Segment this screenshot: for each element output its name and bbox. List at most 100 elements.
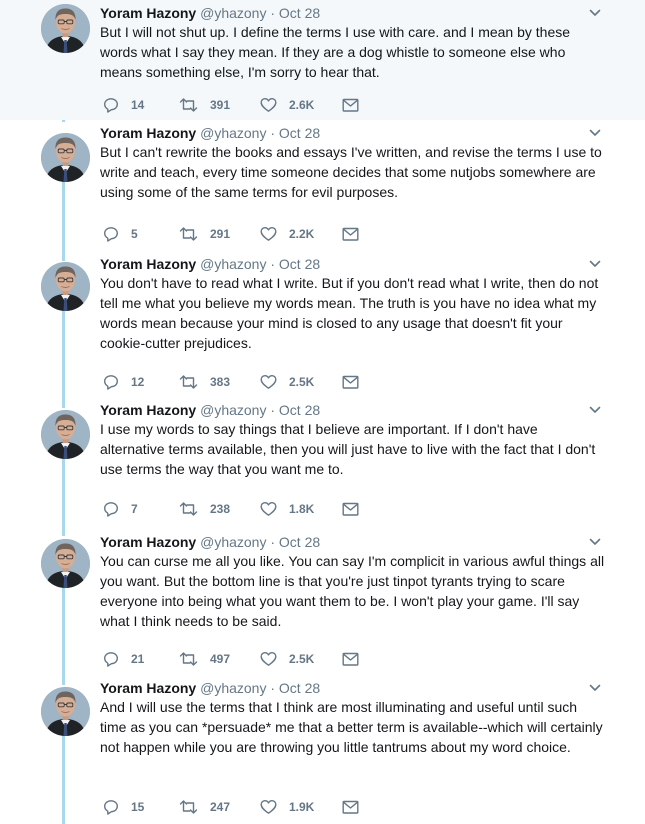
separator: · (270, 680, 276, 696)
tweet-header: Yoram Hazony @yhazony · Oct 28 (100, 679, 320, 697)
tweet-text: But I can't rewrite the books and essays… (100, 144, 602, 200)
separator: · (270, 402, 276, 418)
reply-icon (103, 501, 119, 517)
like-button[interactable]: 2.5K (260, 650, 314, 668)
tweet[interactable]: Yoram Hazony @yhazony · Oct 28 But I wil… (0, 0, 645, 120)
author-handle[interactable]: @yhazony (200, 680, 266, 696)
reply-button[interactable]: 21 (103, 650, 144, 668)
chevron-down-icon[interactable] (589, 126, 601, 138)
separator: · (270, 125, 276, 141)
direct-message-button[interactable] (342, 96, 359, 114)
avatar[interactable] (41, 687, 90, 736)
tweet-date[interactable]: Oct 28 (279, 5, 320, 21)
author-handle[interactable]: @yhazony (200, 5, 266, 21)
author-name[interactable]: Yoram Hazony (100, 125, 196, 141)
reply-icon (103, 799, 119, 815)
tweet-text: And I will use the terms that I think ar… (100, 699, 603, 755)
heart-icon (260, 501, 277, 517)
tweet[interactable]: Yoram Hazony @yhazony · Oct 28 You don't… (0, 251, 645, 397)
direct-message-button[interactable] (342, 650, 359, 668)
author-name[interactable]: Yoram Hazony (100, 5, 196, 21)
avatar[interactable] (41, 133, 90, 182)
tweet-date[interactable]: Oct 28 (279, 256, 320, 272)
chevron-down-icon[interactable] (589, 257, 601, 269)
heart-icon (260, 226, 277, 242)
chevron-down-icon[interactable] (589, 535, 601, 547)
author-handle[interactable]: @yhazony (200, 402, 266, 418)
reply-button[interactable]: 7 (103, 500, 138, 518)
tweet-date[interactable]: Oct 28 (279, 402, 320, 418)
reply-button[interactable]: 12 (103, 373, 144, 391)
author-handle[interactable]: @yhazony (200, 256, 266, 272)
avatar[interactable] (41, 4, 90, 53)
author-name[interactable]: Yoram Hazony (100, 256, 196, 272)
like-button[interactable]: 2.6K (260, 96, 314, 114)
avatar[interactable] (41, 410, 90, 459)
chevron-down-icon[interactable] (589, 6, 601, 18)
author-name[interactable]: Yoram Hazony (100, 534, 196, 550)
author-handle[interactable]: @yhazony (200, 534, 266, 550)
author-handle[interactable]: @yhazony (200, 125, 266, 141)
tweet-header: Yoram Hazony @yhazony · Oct 28 (100, 124, 320, 142)
avatar[interactable] (41, 262, 90, 311)
tweet-date[interactable]: Oct 28 (279, 680, 320, 696)
like-count: 2.5K (289, 652, 315, 666)
chevron-down-icon[interactable] (589, 681, 601, 693)
tweet-text: You can curse me all you like. You can s… (100, 553, 605, 629)
tweet-text: But I will not shut up. I define the ter… (100, 24, 571, 80)
retweet-count: 247 (210, 800, 231, 814)
direct-message-button[interactable] (342, 798, 359, 816)
reply-button[interactable]: 14 (103, 96, 144, 114)
like-count: 2.2K (289, 227, 315, 241)
envelope-icon (342, 98, 359, 113)
author-name[interactable]: Yoram Hazony (100, 680, 196, 696)
tweet-header: Yoram Hazony @yhazony · Oct 28 (100, 533, 320, 551)
avatar[interactable] (41, 539, 90, 588)
like-count: 2.6K (289, 98, 315, 112)
author-name[interactable]: Yoram Hazony (100, 402, 196, 418)
retweet-icon (179, 374, 198, 390)
retweet-count: 291 (210, 227, 231, 241)
tweet-header: Yoram Hazony @yhazony · Oct 28 (100, 401, 320, 419)
envelope-icon (342, 227, 359, 242)
tweet[interactable]: Yoram Hazony @yhazony · Oct 28 And I wil… (0, 675, 645, 824)
retweet-icon (179, 97, 198, 113)
retweet-button[interactable]: 383 (179, 373, 230, 391)
reply-count: 12 (131, 375, 145, 389)
retweet-button[interactable]: 238 (179, 500, 230, 518)
chevron-down-icon[interactable] (589, 403, 601, 415)
retweet-icon (179, 799, 198, 815)
like-button[interactable]: 2.5K (260, 373, 314, 391)
like-button[interactable]: 1.9K (260, 798, 314, 816)
reply-count: 15 (131, 800, 145, 814)
reply-count: 14 (131, 98, 145, 112)
retweet-icon (179, 226, 198, 242)
tweet[interactable]: Yoram Hazony @yhazony · Oct 28 You can c… (0, 529, 645, 675)
like-button[interactable]: 1.8K (260, 500, 314, 518)
retweet-button[interactable]: 291 (179, 225, 230, 243)
tweet-header: Yoram Hazony @yhazony · Oct 28 (100, 255, 320, 273)
reply-button[interactable]: 5 (103, 225, 138, 243)
like-count: 2.5K (289, 375, 315, 389)
heart-icon (260, 374, 277, 390)
retweet-count: 391 (210, 98, 231, 112)
envelope-icon (342, 502, 359, 517)
tweet-date[interactable]: Oct 28 (279, 125, 320, 141)
direct-message-button[interactable] (342, 225, 359, 243)
tweet[interactable]: Yoram Hazony @yhazony · Oct 28 But I can… (0, 120, 645, 251)
tweet[interactable]: Yoram Hazony @yhazony · Oct 28 I use my … (0, 397, 645, 529)
retweet-button[interactable]: 497 (179, 650, 230, 668)
retweet-icon (179, 501, 198, 517)
retweet-button[interactable]: 391 (179, 96, 230, 114)
tweet-text: I use my words to say things that I beli… (100, 421, 596, 477)
reply-button[interactable]: 15 (103, 798, 144, 816)
reply-icon (103, 97, 119, 113)
reply-count: 5 (131, 227, 138, 241)
tweet-date[interactable]: Oct 28 (279, 534, 320, 550)
direct-message-button[interactable] (342, 500, 359, 518)
direct-message-button[interactable] (342, 373, 359, 391)
retweet-button[interactable]: 247 (179, 798, 230, 816)
like-button[interactable]: 2.2K (260, 225, 314, 243)
envelope-icon (342, 375, 359, 390)
separator: · (270, 5, 276, 21)
